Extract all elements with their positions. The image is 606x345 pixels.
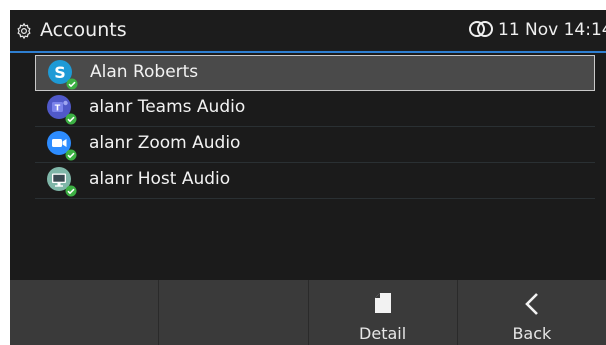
svg-text:T: T — [55, 104, 61, 113]
phone-screen: Accounts 11 Nov 14:14 S Alan Roberts T a… — [10, 10, 606, 345]
softkey-bar: Detail Back — [10, 280, 606, 345]
registered-check-icon — [65, 185, 77, 197]
registered-check-icon — [65, 113, 77, 125]
svg-text:S: S — [54, 63, 66, 82]
registered-check-icon — [66, 78, 78, 90]
back-button[interactable]: Back — [456, 280, 606, 345]
account-label: alanr Teams Audio — [89, 97, 246, 117]
gear-icon — [17, 22, 31, 40]
detail-button[interactable]: Detail — [307, 280, 457, 345]
back-label: Back — [512, 324, 552, 343]
detail-label: Detail — [359, 324, 407, 343]
document-icon — [374, 293, 391, 313]
chevron-left-icon — [525, 293, 538, 315]
account-label: alanr Zoom Audio — [89, 133, 241, 153]
account-label: Alan Roberts — [90, 62, 199, 82]
status-area: 11 Nov 14:14 — [468, 20, 606, 40]
page-title: Accounts — [40, 19, 127, 41]
account-row-teams[interactable]: T alanr Teams Audio — [35, 91, 595, 127]
account-row-host[interactable]: alanr Host Audio — [35, 163, 595, 199]
linked-rings-icon — [469, 21, 493, 37]
account-row-skype[interactable]: S Alan Roberts — [35, 55, 595, 91]
softkey-2[interactable] — [158, 280, 307, 345]
account-list: S Alan Roberts T alanr Teams Audio alanr… — [35, 55, 595, 199]
registered-check-icon — [65, 149, 77, 161]
softkey-1[interactable] — [10, 280, 158, 345]
date-time: 11 Nov 14:14 — [498, 20, 606, 40]
account-label: alanr Host Audio — [89, 169, 231, 189]
header-bar: Accounts 11 Nov 14:14 — [10, 10, 606, 53]
account-row-zoom[interactable]: alanr Zoom Audio — [35, 127, 595, 163]
